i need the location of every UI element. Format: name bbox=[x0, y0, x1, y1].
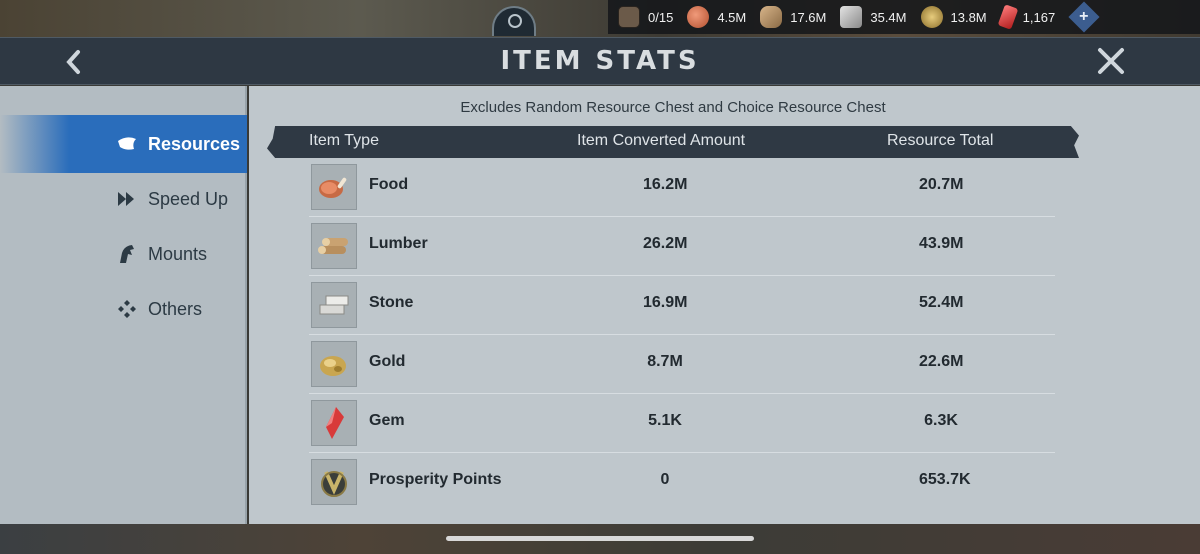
food-amount: 4.5M bbox=[717, 9, 747, 25]
sidebar-item-mounts[interactable]: Mounts bbox=[0, 225, 247, 283]
item-name: Prosperity Points bbox=[369, 471, 502, 488]
stone-amount: 35.4M bbox=[870, 9, 907, 25]
gold-icon bbox=[311, 341, 357, 387]
gem-icon bbox=[311, 400, 357, 446]
exclusion-note: Excludes Random Resource Chest and Choic… bbox=[460, 99, 886, 116]
logs-icon bbox=[311, 223, 357, 269]
table-row: Stone 16.9M 52.4M bbox=[309, 276, 1055, 335]
column-header-item-type: Item Type bbox=[309, 132, 379, 149]
stats-panel: Excludes Random Resource Chest and Choic… bbox=[249, 86, 1200, 524]
header-bar: ITEM STATS bbox=[0, 37, 1200, 85]
lumber-amount: 17.6M bbox=[790, 9, 827, 25]
column-header-converted: Item Converted Amount bbox=[577, 132, 746, 149]
meat-icon bbox=[311, 164, 357, 210]
sidebar-item-label: Others bbox=[148, 298, 203, 319]
horn-icon bbox=[116, 133, 138, 155]
item-total: 22.6M bbox=[919, 353, 964, 370]
item-name: Food bbox=[369, 176, 409, 193]
stone-icon bbox=[311, 282, 357, 328]
table-row: Gold 8.7M 22.6M bbox=[309, 335, 1055, 394]
gold-amount: 13.8M bbox=[950, 9, 987, 25]
resource-stone[interactable]: 35.4M bbox=[840, 6, 907, 28]
table-row: Food 16.2M 20.7M bbox=[309, 158, 1055, 217]
item-total: 6.3K bbox=[924, 412, 958, 429]
hero-portrait-icon bbox=[618, 6, 640, 28]
item-converted: 16.2M bbox=[643, 176, 688, 193]
resource-lumber[interactable]: 17.6M bbox=[760, 6, 826, 28]
item-name: Gem bbox=[369, 412, 405, 429]
home-indicator[interactable] bbox=[446, 536, 754, 541]
item-converted: 26.2M bbox=[643, 235, 688, 252]
sidebar-item-label: Resources bbox=[148, 133, 241, 154]
item-converted: 0 bbox=[660, 471, 670, 488]
item-total: 43.9M bbox=[919, 235, 964, 252]
item-total: 52.4M bbox=[919, 294, 964, 311]
food-meat-icon bbox=[687, 6, 710, 28]
item-converted: 8.7M bbox=[647, 353, 683, 370]
table-row: Lumber 26.2M 43.9M bbox=[309, 217, 1055, 276]
gold-nugget-icon bbox=[920, 6, 943, 28]
item-name: Gold bbox=[369, 353, 406, 370]
compass-icon bbox=[508, 14, 522, 28]
sidebar-item-resources[interactable]: Resources bbox=[0, 115, 247, 173]
hero-count: 0/15 bbox=[648, 9, 674, 25]
gem-crystal-icon bbox=[997, 4, 1018, 30]
resource-food[interactable]: 4.5M bbox=[687, 6, 746, 28]
close-button[interactable] bbox=[1094, 44, 1128, 78]
table-row: Gem 5.1K 6.3K bbox=[309, 394, 1055, 453]
diamond-cluster-icon bbox=[116, 298, 138, 320]
item-name: Stone bbox=[369, 294, 414, 311]
item-name: Lumber bbox=[369, 235, 428, 252]
gem-amount: 1,167 bbox=[1022, 9, 1056, 25]
column-header-total: Resource Total bbox=[887, 132, 994, 149]
item-total: 20.7M bbox=[919, 176, 964, 193]
fast-forward-icon bbox=[116, 188, 138, 210]
page-title: ITEM STATS bbox=[500, 46, 700, 76]
add-resource-button[interactable]: + bbox=[1068, 1, 1100, 33]
table-row: Prosperity Points 0 653.7K bbox=[309, 453, 1055, 512]
item-converted: 5.1K bbox=[648, 412, 682, 429]
sidebar-item-speed-up[interactable]: Speed Up bbox=[0, 170, 247, 228]
resource-hero[interactable]: 0/15 bbox=[618, 6, 673, 28]
sidebar-item-others[interactable]: Others bbox=[0, 280, 247, 338]
prosperity-emblem-icon bbox=[311, 459, 357, 505]
stone-blocks-icon bbox=[840, 6, 863, 28]
sidebar-item-label: Speed Up bbox=[148, 188, 229, 209]
resource-gold[interactable]: 13.8M bbox=[920, 6, 987, 28]
plus-diamond-icon: + bbox=[1079, 8, 1089, 25]
sidebar-item-label: Mounts bbox=[148, 243, 208, 264]
item-converted: 16.9M bbox=[643, 294, 688, 311]
sidebar: Resources Speed Up Mounts Others bbox=[0, 86, 247, 524]
item-total: 653.7K bbox=[919, 471, 971, 488]
horse-head-icon bbox=[116, 243, 138, 265]
close-icon bbox=[1098, 48, 1124, 74]
lumber-logs-icon bbox=[760, 6, 783, 28]
resource-bar: 0/15 4.5M 17.6M 35.4M 13.8M 1,167 + bbox=[608, 0, 1200, 34]
table-header: Item Type Item Converted Amount Resource… bbox=[267, 126, 1079, 158]
resource-gem[interactable]: 1,167 bbox=[997, 4, 1056, 30]
